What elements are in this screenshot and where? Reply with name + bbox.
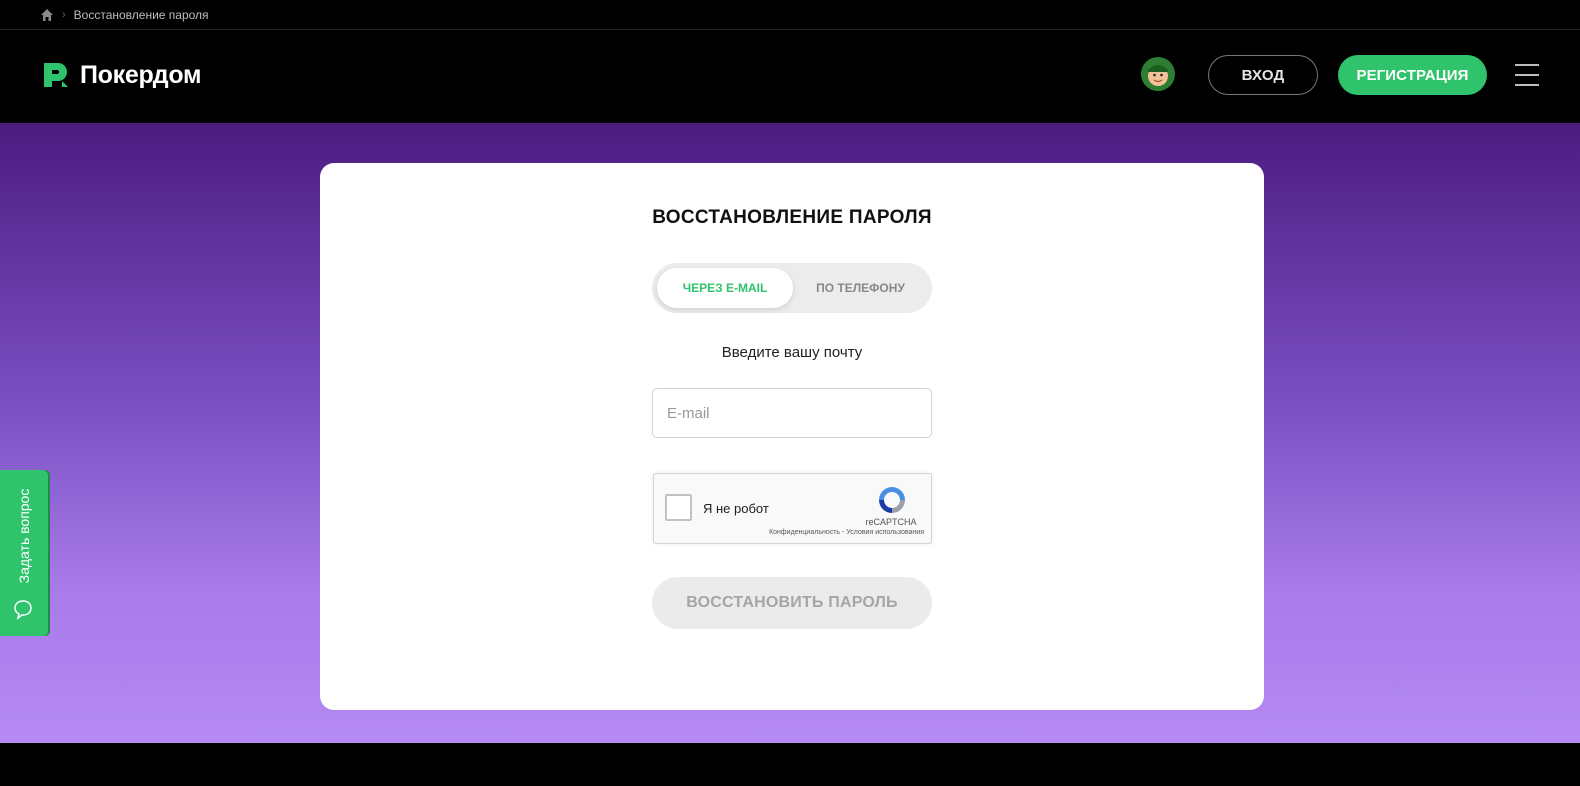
menu-line	[1515, 84, 1539, 86]
tab-phone[interactable]: ПО ТЕЛЕФОНУ	[794, 268, 927, 308]
chevron-right-icon: ›	[62, 8, 66, 21]
footer	[0, 743, 1580, 786]
tab-email[interactable]: ЧЕРЕЗ E-MAIL	[657, 268, 793, 308]
breadcrumb-current: Восстановление пароля	[73, 7, 209, 22]
recaptcha-links[interactable]: Конфиденциальность - Условия использован…	[744, 529, 924, 536]
form-subtitle: Введите вашу почту	[721, 344, 863, 361]
email-field[interactable]	[652, 388, 932, 438]
ask-question-label: Задать вопрос	[16, 488, 32, 584]
home-icon[interactable]	[40, 8, 54, 22]
page-title: ВОССТАНОВЛЕНИЕ ПАРОЛЯ	[652, 207, 932, 228]
recaptcha-logo-icon	[879, 487, 905, 513]
recaptcha-brand: reCAPTCHA	[865, 517, 917, 527]
login-button[interactable]: ВХОД	[1208, 55, 1318, 95]
recaptcha-label: Я не робот	[703, 501, 769, 516]
logo[interactable]: Покердом	[40, 59, 202, 91]
register-button[interactable]: РЕГИСТРАЦИЯ	[1338, 55, 1487, 95]
site-header: Покердом ВХОД РЕГИСТРАЦИЯ	[0, 30, 1580, 123]
restore-password-button[interactable]: ВОССТАНОВИТЬ ПАРОЛЬ	[652, 577, 932, 629]
menu-line	[1515, 64, 1539, 66]
logo-text: Покердом	[80, 60, 202, 89]
avatar[interactable]	[1141, 57, 1175, 91]
pokerdom-logo-icon	[44, 63, 68, 87]
breadcrumb: › Восстановление пароля	[0, 0, 1580, 30]
chat-bubble-icon	[14, 600, 32, 620]
menu-icon[interactable]	[1515, 64, 1539, 86]
main-content: ВОССТАНОВЛЕНИЕ ПАРОЛЯ ЧЕРЕЗ E-MAIL ПО ТЕ…	[0, 123, 1580, 743]
password-recovery-card: ВОССТАНОВЛЕНИЕ ПАРОЛЯ ЧЕРЕЗ E-MAIL ПО ТЕ…	[320, 163, 1264, 710]
recaptcha-checkbox[interactable]	[665, 494, 692, 521]
recaptcha-widget: Я не робот reCAPTCHA Конфиденциальность …	[653, 473, 932, 544]
menu-line	[1515, 74, 1539, 76]
recovery-method-toggle: ЧЕРЕЗ E-MAIL ПО ТЕЛЕФОНУ	[652, 263, 932, 313]
